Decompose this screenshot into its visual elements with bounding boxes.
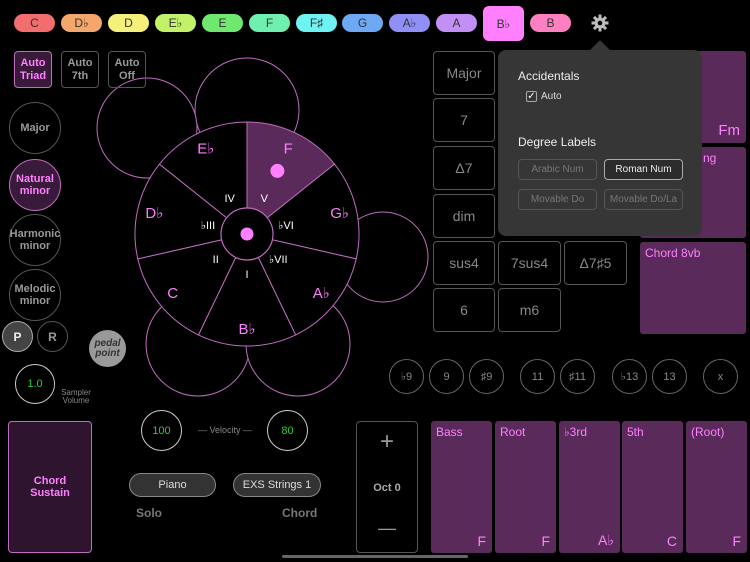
voice-role: Root <box>500 425 526 439</box>
chord-type-button[interactable]: 6 <box>433 288 495 332</box>
voice-pad[interactable]: ♭3rd A♭ <box>559 421 620 553</box>
voice-pad[interactable]: Bass F <box>431 421 492 553</box>
accidentals-title: Accidentals <box>518 69 580 83</box>
octave-up-button[interactable]: + <box>357 428 417 456</box>
note-label: A♭ <box>313 285 330 302</box>
octave-label: Oct 0 <box>373 482 401 494</box>
key-button[interactable]: A♭ <box>389 14 430 32</box>
active-dot <box>270 163 285 178</box>
key-button[interactable]: F♯ <box>296 14 337 32</box>
key-button[interactable]: E <box>202 14 243 32</box>
scale-button[interactable]: Melodic minor <box>9 269 61 321</box>
chord-type-button[interactable]: Δ7 <box>433 146 495 190</box>
note-label: B♭ <box>238 321 255 338</box>
chord-type-button[interactable]: Δ7♯5 <box>564 241 627 285</box>
velocity-label: — Velocity — <box>198 425 253 435</box>
scale-button[interactable]: Harmonic minor <box>9 214 61 266</box>
voice-pad[interactable]: (Root) F <box>686 421 747 553</box>
extension-button[interactable]: 11 <box>520 359 555 394</box>
chord-8vb-pad[interactable]: Chord 8vb <box>640 242 746 334</box>
chord-velocity-knob[interactable]: 80 <box>267 410 308 451</box>
chord-type-button[interactable]: dim <box>433 194 495 238</box>
degree-label: ♭VII <box>269 254 288 266</box>
degree-labels-title: Degree Labels <box>518 135 597 149</box>
voice-role: Bass <box>436 425 463 439</box>
octave-down-button[interactable]: — <box>357 518 417 539</box>
chord-type-button[interactable]: 7sus4 <box>498 241 561 285</box>
degree-label-option[interactable]: Arabic Num <box>518 159 597 180</box>
key-button[interactable]: B <box>530 14 571 32</box>
extension-button[interactable]: ♯11 <box>560 359 595 394</box>
extension-button[interactable]: 9 <box>429 359 464 394</box>
solo-label: Solo <box>136 506 162 520</box>
extension-button[interactable]: ♭13 <box>612 359 647 394</box>
note-label: D♭ <box>145 205 163 222</box>
key-button[interactable]: G <box>342 14 383 32</box>
second-pad-label: ng <box>703 151 717 165</box>
degree-label-option[interactable]: Movable Do <box>518 189 597 210</box>
degree-label: ♭III <box>201 220 215 232</box>
key-button[interactable]: F <box>249 14 290 32</box>
settings-popover: Accidentals ✓ Auto Degree Labels Arabic … <box>498 40 702 236</box>
key-button[interactable]: B♭ <box>483 6 524 41</box>
voice-role: ♭3rd <box>564 425 588 439</box>
note-label: F <box>284 140 293 157</box>
key-button[interactable]: D <box>108 14 149 32</box>
voice-role: 5th <box>627 425 644 439</box>
voice-note: C <box>666 533 677 549</box>
octave-control: + Oct 0 — <box>356 421 418 553</box>
degree-label: I <box>245 269 248 281</box>
voice-note: A♭ <box>598 532 614 548</box>
chord-instrument-button[interactable]: EXS Strings 1 <box>233 473 321 497</box>
chord-name: Fm <box>718 122 740 139</box>
velocity-text: Velocity <box>209 425 241 435</box>
voice-pad[interactable]: Root F <box>495 421 556 553</box>
note-label: E♭ <box>197 140 214 157</box>
key-button[interactable]: C <box>14 14 55 32</box>
auto-mode-button[interactable]: Auto 7th <box>61 51 99 88</box>
chord-label: Chord <box>282 506 318 520</box>
auto-mode-button[interactable]: Auto Off <box>108 51 146 88</box>
degree-label: IV <box>224 193 235 205</box>
note-label: C <box>167 285 178 302</box>
key-button[interactable]: A <box>436 14 477 32</box>
degree-label: V <box>261 193 269 205</box>
chord-type-button[interactable]: m6 <box>498 288 561 332</box>
extension-button[interactable]: x <box>703 359 738 394</box>
voice-pad[interactable]: 5th C <box>622 421 683 553</box>
degree-label-option[interactable]: Movable Do/La <box>604 189 683 210</box>
solo-velocity-knob[interactable]: 100 <box>141 410 182 451</box>
key-button[interactable]: D♭ <box>61 14 102 32</box>
degree-label: ♭VI <box>278 220 294 232</box>
chord-type-button[interactable]: sus4 <box>433 241 495 285</box>
degree-label-option[interactable]: Roman Num <box>604 159 683 180</box>
solo-instrument-button[interactable]: Piano <box>129 473 216 497</box>
chord-type-button[interactable]: 7 <box>433 98 495 142</box>
extension-button[interactable]: ♯9 <box>469 359 504 394</box>
center-dot <box>240 227 254 241</box>
extension-button[interactable]: 13 <box>652 359 687 394</box>
key-button[interactable]: E♭ <box>155 14 196 32</box>
scale-button[interactable]: Major <box>9 102 61 154</box>
voice-note: F <box>541 533 550 549</box>
voice-role: (Root) <box>691 425 725 439</box>
voice-note: F <box>732 533 741 549</box>
auto-label: Auto <box>541 91 562 102</box>
chord-type-button[interactable]: Major <box>433 51 495 95</box>
checkbox-checked-icon: ✓ <box>526 91 537 102</box>
auto-accidentals-checkbox[interactable]: ✓ Auto <box>526 91 562 102</box>
voice-note: F <box>477 533 486 549</box>
note-label: G♭ <box>330 205 349 222</box>
extension-button[interactable]: ♭9 <box>389 359 424 394</box>
degree-label: II <box>213 254 219 266</box>
scale-button[interactable]: Natural minor <box>9 159 61 211</box>
home-indicator <box>282 555 468 558</box>
chord-sustain-button[interactable]: Chord Sustain <box>8 421 92 553</box>
auto-mode-button[interactable]: Auto Triad <box>14 51 52 88</box>
chord-8vb-label: Chord 8vb <box>645 246 701 260</box>
